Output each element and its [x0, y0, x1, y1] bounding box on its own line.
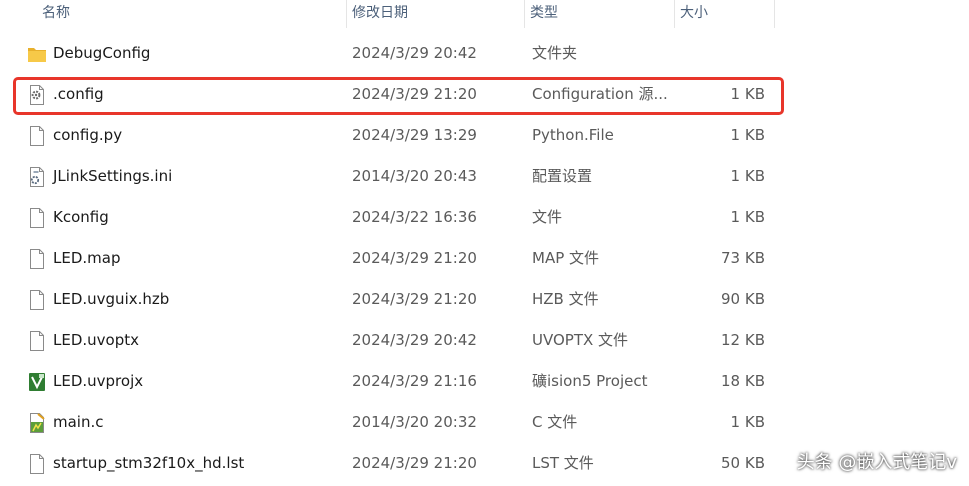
file-size: [680, 33, 765, 74]
file-type: UVOPTX 文件: [532, 331, 629, 349]
file-name: JLinkSettings.ini: [53, 167, 173, 185]
file-date: 2024/3/29 21:20: [352, 454, 477, 472]
file-icon: [28, 249, 46, 269]
file-name: DebugConfig: [53, 44, 151, 62]
file-row[interactable]: LED.uvguix.hzb 2024/3/29 21:20 HZB 文件 90 KB: [0, 279, 780, 320]
file-name: startup_stm32f10x_hd.lst: [53, 454, 245, 472]
file-size: 1 KB: [730, 167, 765, 185]
keil-project-icon: [28, 372, 46, 392]
c-source-icon: [28, 413, 46, 433]
watermark: 头条 @嵌入式笔记v: [796, 452, 957, 473]
file-type: LST 文件: [532, 454, 594, 472]
file-row[interactable]: config.py 2024/3/29 13:29 Python.File 1 KB: [0, 115, 780, 156]
file-name: LED.uvguix.hzb: [53, 290, 170, 308]
file-type: C 文件: [532, 413, 578, 431]
file-type: MAP 文件: [532, 249, 600, 267]
file-icon: [28, 290, 46, 310]
file-icon: [28, 331, 46, 351]
file-date: 2024/3/29 21:20: [352, 290, 477, 308]
file-name: main.c: [53, 413, 104, 431]
file-date: 2024/3/29 21:16: [352, 372, 477, 390]
file-row[interactable]: LED.map 2024/3/29 21:20 MAP 文件 73 KB: [0, 238, 780, 279]
file-icon: [28, 454, 46, 474]
file-row[interactable]: LED.uvoptx 2024/3/29 20:42 UVOPTX 文件 12 KB: [0, 320, 780, 361]
file-date: 2024/3/22 16:36: [352, 208, 477, 226]
file-type: 文件: [532, 208, 563, 226]
file-row[interactable]: Kconfig 2024/3/22 16:36 文件 1 KB: [0, 197, 780, 238]
file-type: Python.File: [532, 126, 614, 144]
file-row[interactable]: DebugConfig 2024/3/29 20:42 文件夹: [0, 33, 780, 74]
file-row[interactable]: startup_stm32f10x_hd.lst 2024/3/29 21:20 L…: [0, 443, 780, 484]
file-name: Kconfig: [53, 208, 109, 226]
file-size: 18 KB: [721, 372, 765, 390]
file-size: 1 KB: [730, 126, 765, 144]
highlight-box: [13, 77, 784, 115]
file-date: 2024/3/29 20:42: [352, 331, 477, 349]
file-icon: [28, 208, 46, 228]
file-row[interactable]: main.c 2014/3/20 20:32 C 文件 1 KB: [0, 402, 780, 443]
file-size: 12 KB: [721, 331, 765, 349]
file-size: 50 KB: [721, 454, 765, 472]
file-date: 2014/3/20 20:43: [352, 167, 477, 185]
file-name: config.py: [53, 126, 123, 144]
file-type: 文件夹: [532, 44, 578, 62]
file-size: 1 KB: [730, 208, 765, 226]
file-size: 73 KB: [721, 249, 765, 267]
settings-file-icon: [28, 167, 46, 187]
folder-icon: [28, 44, 46, 64]
file-date: 2014/3/20 20:32: [352, 413, 477, 431]
file-size: 90 KB: [721, 290, 765, 308]
file-date: 2024/3/29 13:29: [352, 126, 477, 144]
column-header-bar: ^ 名称 修改日期 类型 大小: [0, 0, 969, 28]
file-date: 2024/3/29 21:20: [352, 249, 477, 267]
file-name: LED.uvoptx: [53, 331, 139, 349]
column-header-name[interactable]: 名称: [36, 0, 346, 28]
column-header-date[interactable]: 修改日期: [346, 0, 524, 28]
column-divider[interactable]: [774, 0, 775, 28]
file-name: LED.map: [53, 249, 121, 267]
file-size: 1 KB: [730, 413, 765, 431]
file-type: 礦ision5 Project: [532, 372, 648, 390]
column-header-size[interactable]: 大小: [674, 0, 774, 28]
column-header-type[interactable]: 类型: [524, 0, 674, 28]
file-icon: [28, 126, 46, 146]
file-type: HZB 文件: [532, 290, 599, 308]
file-row[interactable]: JLinkSettings.ini 2014/3/20 20:43 配置设置 1 KB: [0, 156, 780, 197]
file-type: 配置设置: [532, 167, 593, 185]
file-date: 2024/3/29 20:42: [352, 44, 477, 62]
file-name: LED.uvprojx: [53, 372, 144, 390]
file-row[interactable]: LED.uvprojx 2024/3/29 21:16 礦ision5 Projec…: [0, 361, 780, 402]
